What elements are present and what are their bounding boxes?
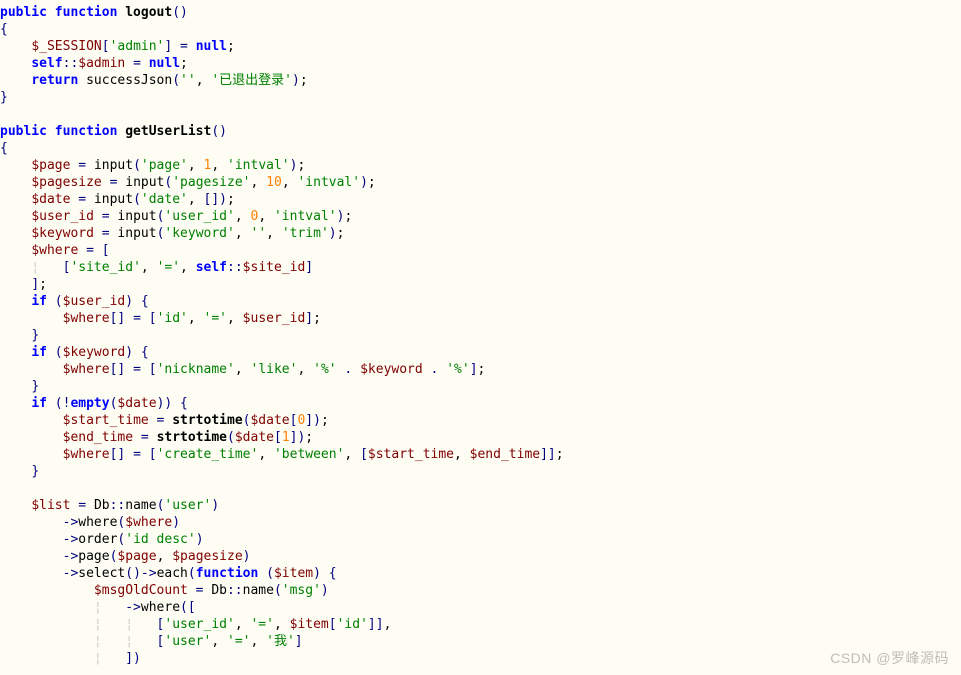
code-line: }	[0, 327, 961, 344]
code-line: ->select()->each(function ($item) {	[0, 565, 961, 582]
code-line: self::$admin = null;	[0, 55, 961, 72]
code-line: $keyword = input('keyword', '', 'trim');	[0, 225, 961, 242]
code-line: ->where($where)	[0, 514, 961, 531]
code-line: if ($user_id) {	[0, 293, 961, 310]
code-line: $pagesize = input('pagesize', 10, 'intva…	[0, 174, 961, 191]
code-line: if ($keyword) {	[0, 344, 961, 361]
code-line: }	[0, 378, 961, 395]
code-line: $list = Db::name('user')	[0, 497, 961, 514]
code-line: {	[0, 21, 961, 38]
code-line: $where[] = ['id', '=', $user_id];	[0, 310, 961, 327]
code-line: $page = input('page', 1, 'intval');	[0, 157, 961, 174]
code-block: public function logout(){ $_SESSION['adm…	[0, 0, 961, 667]
code-line: ¦ ->where([	[0, 599, 961, 616]
code-line: ¦ ['site_id', '=', self::$site_id]	[0, 259, 961, 276]
code-line: }	[0, 463, 961, 480]
code-line: if (!empty($date)) {	[0, 395, 961, 412]
code-line: $_SESSION['admin'] = null;	[0, 38, 961, 55]
code-line: }	[0, 89, 961, 106]
code-line: $where = [	[0, 242, 961, 259]
code-line	[0, 106, 961, 123]
code-line: $start_time = strtotime($date[0]);	[0, 412, 961, 429]
code-line: ¦ ¦ ['user', '=', '我']	[0, 633, 961, 650]
code-line: ->order('id desc')	[0, 531, 961, 548]
watermark: CSDN @罗峰源码	[830, 650, 949, 667]
code-line: public function logout()	[0, 4, 961, 21]
code-line: ->page($page, $pagesize)	[0, 548, 961, 565]
code-line: ¦ ])	[0, 650, 961, 667]
code-line: return successJson('', '已退出登录');	[0, 72, 961, 89]
code-line: ¦ ¦ ['user_id', '=', $item['id']],	[0, 616, 961, 633]
code-line: $end_time = strtotime($date[1]);	[0, 429, 961, 446]
code-line	[0, 480, 961, 497]
code-line: $where[] = ['nickname', 'like', '%' . $k…	[0, 361, 961, 378]
code-line: $date = input('date', []);	[0, 191, 961, 208]
code-line: $where[] = ['create_time', 'between', [$…	[0, 446, 961, 463]
code-line: public function getUserList()	[0, 123, 961, 140]
code-line: {	[0, 140, 961, 157]
code-line: $msgOldCount = Db::name('msg')	[0, 582, 961, 599]
code-line: $user_id = input('user_id', 0, 'intval')…	[0, 208, 961, 225]
code-line: ];	[0, 276, 961, 293]
